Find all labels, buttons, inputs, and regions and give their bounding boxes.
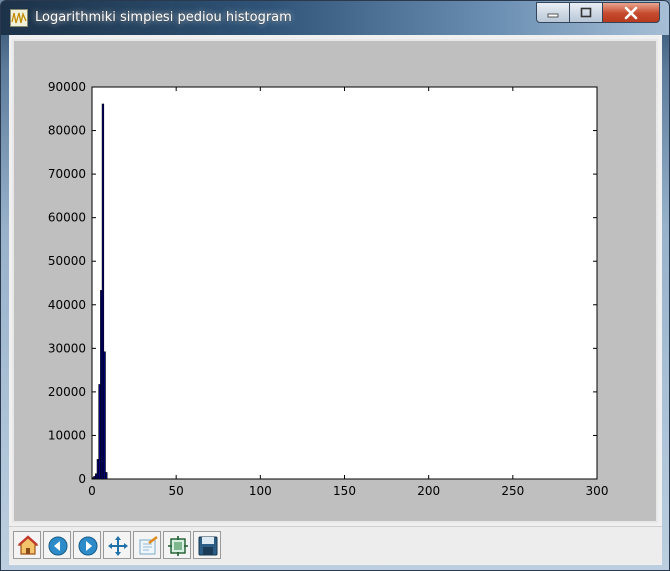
subplots-icon	[168, 536, 188, 556]
client-area: 0 10000 20000 30000 40000 50000 60000 70000 8000…	[9, 35, 662, 565]
y-tick-label: 70000	[48, 167, 86, 181]
zoom-rect-icon	[139, 536, 158, 555]
x-tick-label: 250	[501, 484, 524, 498]
home-button[interactable]	[13, 531, 41, 559]
histogram-bar-8	[105, 472, 108, 480]
app-window: Logarithmiki simpiesi pediou histogram 0…	[0, 0, 670, 571]
forward-arrow-icon	[78, 536, 98, 556]
minimize-icon	[547, 13, 559, 17]
y-tick-label: 80000	[48, 124, 86, 138]
histogram-bar-7	[103, 351, 106, 480]
y-tick-label: 40000	[48, 298, 86, 312]
x-tick-label: 200	[417, 484, 440, 498]
navigation-toolbar	[9, 526, 662, 564]
x-tick-label: 300	[586, 484, 609, 498]
x-tick-label: 50	[169, 484, 184, 498]
minimize-button[interactable]	[536, 2, 570, 23]
matplotlib-figure-icon	[10, 9, 28, 27]
title-bar[interactable]: Logarithmiki simpiesi pediou histogram	[1, 1, 669, 35]
window-title: Logarithmiki simpiesi pediou histogram	[35, 10, 292, 25]
maximize-icon	[580, 7, 592, 17]
close-icon	[624, 6, 638, 19]
y-tick-label: 50000	[48, 254, 86, 268]
home-icon	[17, 535, 39, 555]
x-tick-label: 100	[249, 484, 272, 498]
pan-arrows-icon	[108, 536, 128, 556]
subplots-button[interactable]	[163, 531, 191, 559]
y-tick-label: 60000	[48, 211, 86, 225]
figure-canvas[interactable]: 0 10000 20000 30000 40000 50000 60000 70000 8000…	[12, 39, 658, 523]
y-tick-label: 10000	[48, 428, 86, 442]
close-button[interactable]	[602, 2, 660, 23]
x-tick-label: 150	[333, 484, 356, 498]
y-tick-label: 0	[78, 472, 86, 486]
plot-area	[91, 86, 598, 480]
x-tick-label: 0	[88, 484, 96, 498]
histogram-chart: 0 10000 20000 30000 40000 50000 60000 70000 8000…	[48, 80, 609, 498]
pan-button[interactable]	[103, 531, 131, 559]
y-tick-label: 30000	[48, 341, 86, 355]
floppy-disk-icon	[198, 536, 218, 556]
zoom-button[interactable]	[133, 531, 161, 559]
back-button[interactable]	[43, 531, 71, 559]
back-arrow-icon	[48, 536, 68, 556]
save-button[interactable]	[193, 531, 221, 559]
y-tick-label: 20000	[48, 385, 86, 399]
y-tick-label: 90000	[48, 80, 86, 94]
forward-button[interactable]	[73, 531, 101, 559]
maximize-button[interactable]	[569, 2, 603, 23]
